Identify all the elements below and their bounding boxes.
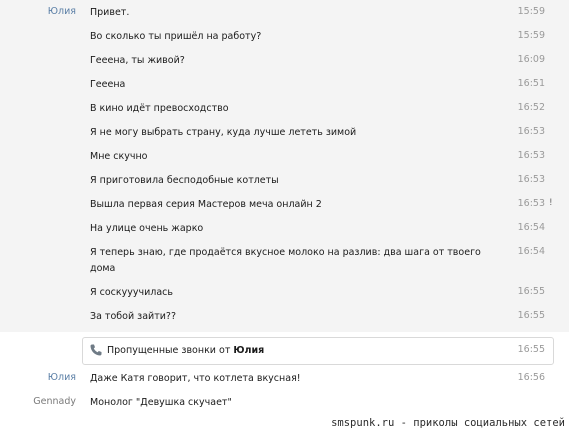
message-time: 16:53 [517, 198, 545, 209]
message-time: 16:09 [517, 54, 545, 65]
message-time: 15:59 [517, 6, 545, 17]
message-time: 15:59 [517, 30, 545, 41]
message-row[interactable]: Юлия Даже Катя говорит, что котлета вкус… [0, 370, 569, 390]
message-text: Даже Катя говорит, что котлета вкусная! [90, 373, 301, 384]
message-time: 16:51 [517, 78, 545, 89]
message-row[interactable]: Gennady Монолог "Девушка скучает" [0, 394, 569, 414]
sender-name[interactable]: Gennady [0, 396, 76, 407]
message-row[interactable]: Юлия Привет. 15:59 [0, 4, 569, 24]
missed-call-time: 16:55 [517, 344, 545, 355]
message-time: 16:55 [517, 286, 545, 297]
message-text: Я приготовила бесподобные котлеты [90, 175, 279, 186]
message-status-icon: ! [549, 198, 553, 208]
message-time: 16:54 [517, 222, 545, 233]
missed-call-label: Пропущенные звонки от [107, 345, 234, 356]
message-time: 16:54 [517, 246, 545, 257]
message-row[interactable]: Мне скучно 16:53 [0, 148, 569, 168]
message-text: Мне скучно [90, 151, 148, 162]
message-row[interactable]: Я приготовила бесподобные котлеты 16:53 [0, 172, 569, 192]
message-row[interactable]: Вышла первая серия Мастеров меча онлайн … [0, 196, 569, 216]
message-row[interactable]: За тобой зайти?? 16:55 [0, 308, 569, 328]
message-text: Гееена, ты живой? [90, 55, 185, 66]
message-row[interactable]: Гееена, ты живой? 16:09 [0, 52, 569, 72]
message-text: Вышла первая серия Мастеров меча онлайн … [90, 199, 322, 210]
message-row[interactable]: Во сколько ты пришёл на работу? 15:59 [0, 28, 569, 48]
watermark: smspunk.ru - приколы социальных сетей [331, 417, 565, 429]
message-time: 16:53 [517, 150, 545, 161]
message-time: 16:53 [517, 174, 545, 185]
message-text: Монолог "Девушка скучает" [90, 397, 232, 408]
message-row[interactable]: Я теперь знаю, где продаётся вкусное мол… [0, 244, 569, 280]
message-text: Я не могу выбрать страну, куда лучше лет… [90, 127, 357, 138]
message-text: На улице очень жарко [90, 223, 204, 234]
message-text: Гееена [90, 79, 126, 90]
message-time: 16:53 [517, 126, 545, 137]
message-row[interactable]: Гееена 16:51 [0, 76, 569, 96]
message-text: Я теперь знаю, где продаётся вкусное мол… [90, 247, 481, 274]
sender-name[interactable]: Юлия [0, 6, 76, 17]
message-text: В кино идёт превосходство [90, 103, 229, 114]
message-row[interactable]: Я соскууучилась 16:55 [0, 284, 569, 304]
message-row[interactable]: Я не могу выбрать страну, куда лучше лет… [0, 124, 569, 144]
message-time: 16:56 [517, 372, 545, 383]
phone-icon [89, 343, 103, 357]
message-time: 16:52 [517, 102, 545, 113]
message-row[interactable]: На улице очень жарко 16:54 [0, 220, 569, 240]
missed-call-text: Пропущенные звонки от Юлия [107, 344, 264, 358]
message-text: За тобой зайти?? [90, 311, 176, 322]
message-text: Я соскууучилась [90, 287, 173, 298]
message-text: Привет. [90, 7, 130, 18]
missed-call-caller[interactable]: Юлия [233, 345, 264, 356]
message-row[interactable]: В кино идёт превосходство 16:52 [0, 100, 569, 120]
message-time: 16:55 [517, 310, 545, 321]
sender-name[interactable]: Юлия [0, 372, 76, 383]
message-text: Во сколько ты пришёл на работу? [90, 31, 262, 42]
chat-window: Юлия Привет. 15:59 Во сколько ты пришёл … [0, 0, 569, 432]
missed-call-notice[interactable]: Пропущенные звонки от Юлия 16:55 [82, 337, 554, 365]
